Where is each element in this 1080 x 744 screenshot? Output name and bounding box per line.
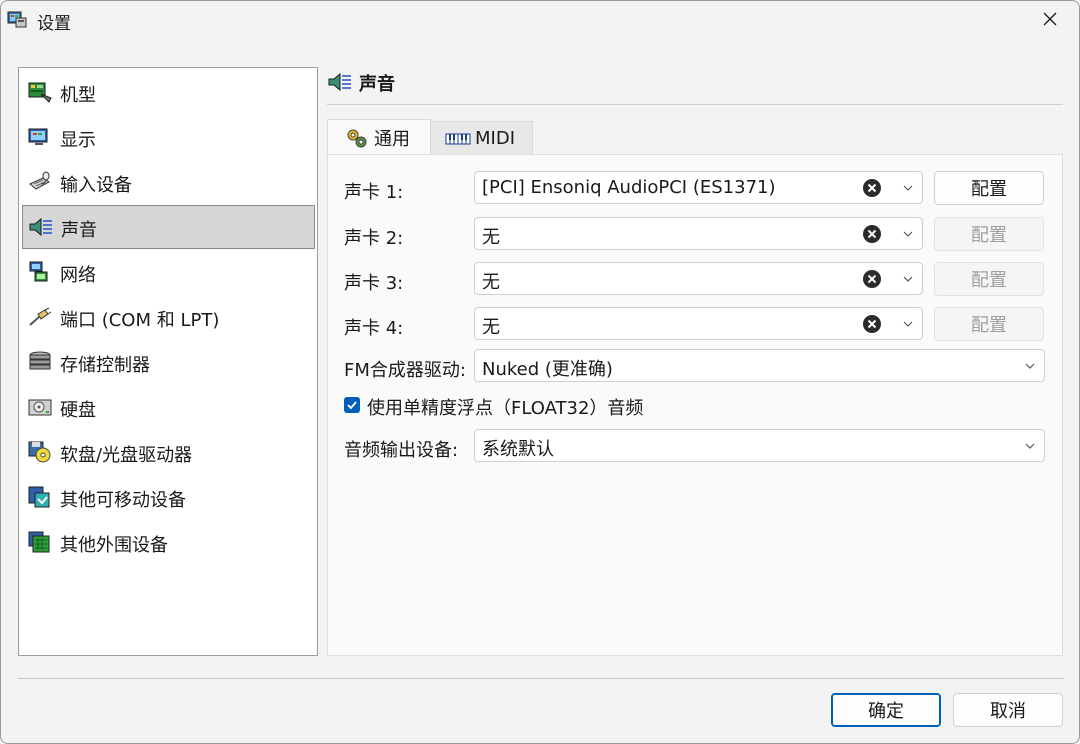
close-button[interactable] <box>1021 1 1079 37</box>
chevron-down-icon <box>903 185 913 191</box>
sound-card-4-select[interactable]: 无 <box>474 307 923 340</box>
sidebar-item-storage-controllers[interactable]: 存储控制器 <box>22 340 315 384</box>
chevron-down-icon <box>1025 363 1035 369</box>
select-value: 系统默认 <box>482 439 554 460</box>
close-icon <box>1043 12 1057 26</box>
sidebar-item-peripherals[interactable]: 其他外围设备 <box>22 520 315 564</box>
sidebar-item-label: 软盘/光盘驱动器 <box>60 445 193 466</box>
sidebar-item-label: 网络 <box>60 265 96 286</box>
machine-icon <box>28 82 52 103</box>
sidebar-item-label: 端口 (COM 和 LPT) <box>60 310 220 331</box>
float32-checkbox[interactable] <box>344 397 360 413</box>
sound-card-1-configure-button[interactable]: 配置 <box>934 171 1044 205</box>
page-title: 声音 <box>359 74 395 95</box>
chevron-down-icon <box>903 276 913 282</box>
sidebar-item-input-devices[interactable]: 输入设备 <box>22 160 315 204</box>
sidebar-item-sound[interactable]: 声音 <box>22 205 315 249</box>
floppy-cdrom-icon <box>28 441 51 463</box>
chevron-down-icon <box>903 321 913 327</box>
settings-window: 设置 机型 显示 输入设备 声音 网络 端口 (COM 和 LPT) 存储控制器… <box>0 0 1080 744</box>
sound-icon <box>29 217 52 237</box>
select-value: 无 <box>482 272 500 293</box>
sound-card-2-select[interactable]: 无 <box>474 217 923 250</box>
sidebar-item-label: 机型 <box>60 85 96 106</box>
hard-disk-icon <box>28 399 52 416</box>
sidebar-item-machine[interactable]: 机型 <box>22 70 315 114</box>
clear-icon[interactable] <box>862 178 882 198</box>
sound-card-1-select[interactable]: [PCI] Ensoniq AudioPCI (ES1371) <box>474 171 923 204</box>
sidebar-item-label: 显示 <box>60 130 96 151</box>
network-icon <box>29 261 48 282</box>
sound-card-3-configure-button[interactable]: 配置 <box>934 262 1044 296</box>
settings-app-icon <box>7 11 27 28</box>
select-value: 无 <box>482 227 500 248</box>
sidebar-item-network[interactable]: 网络 <box>22 250 315 294</box>
audio-output-label: 音频输出设备: <box>344 440 459 461</box>
chevron-down-icon <box>1025 443 1035 449</box>
fm-synth-select[interactable]: Nuked (更准确) <box>474 349 1045 382</box>
sidebar-item-hard-disk[interactable]: 硬盘 <box>22 385 315 429</box>
sidebar-item-display[interactable]: 显示 <box>22 115 315 159</box>
audio-output-select[interactable]: 系统默认 <box>474 429 1045 462</box>
storage-controllers-icon <box>29 351 51 370</box>
clear-icon[interactable] <box>862 314 882 334</box>
sidebar-item-ports[interactable]: 端口 (COM 和 LPT) <box>22 295 315 339</box>
sidebar-item-label: 存储控制器 <box>60 355 150 376</box>
sound-card-2-label: 声卡 2: <box>344 228 404 249</box>
tab-label: 通用 <box>374 128 410 150</box>
cancel-button[interactable]: 取消 <box>953 693 1063 727</box>
gears-icon <box>347 129 367 147</box>
sound-card-4-configure-button[interactable]: 配置 <box>934 307 1044 341</box>
removable-devices-icon <box>28 486 50 508</box>
header-divider <box>327 104 1063 105</box>
midi-keyboard-icon <box>445 133 471 144</box>
display-icon <box>28 128 48 145</box>
sidebar-item-removable-devices[interactable]: 其他可移动设备 <box>22 475 315 519</box>
sidebar-item-label: 其他可移动设备 <box>60 490 186 511</box>
float32-label[interactable]: 使用单精度浮点（FLOAT32）音频 <box>367 394 643 420</box>
sound-card-4-label: 声卡 4: <box>344 318 404 339</box>
ok-button[interactable]: 确定 <box>831 693 941 727</box>
sound-card-2-configure-button[interactable]: 配置 <box>934 217 1044 251</box>
ports-icon <box>29 307 52 326</box>
window-title: 设置 <box>37 14 71 34</box>
input-devices-icon <box>29 171 50 190</box>
tab-general[interactable]: 通用 <box>327 119 431 155</box>
sidebar-item-label: 声音 <box>61 220 97 241</box>
chevron-down-icon <box>903 231 913 237</box>
checkmark-icon <box>347 401 357 410</box>
select-value: 无 <box>482 317 500 338</box>
sound-card-3-label: 声卡 3: <box>344 273 404 294</box>
clear-icon[interactable] <box>862 269 882 289</box>
footer-divider <box>18 678 1064 679</box>
select-value: [PCI] Ensoniq AudioPCI (ES1371) <box>482 177 776 198</box>
sound-card-3-select[interactable]: 无 <box>474 262 923 295</box>
sidebar-item-floppy-cdrom[interactable]: 软盘/光盘驱动器 <box>22 430 315 474</box>
sidebar-item-label: 硬盘 <box>60 400 96 421</box>
sound-icon <box>328 72 351 92</box>
tab-label: MIDI <box>475 128 516 149</box>
sidebar-item-label: 输入设备 <box>60 175 132 196</box>
title-bar: 设置 <box>1 1 1079 39</box>
category-list: 机型 显示 输入设备 声音 网络 端口 (COM 和 LPT) 存储控制器 硬盘… <box>18 67 318 656</box>
select-value: Nuked (更准确) <box>482 359 613 380</box>
clear-icon[interactable] <box>862 224 882 244</box>
tab-midi[interactable]: MIDI <box>431 121 533 155</box>
peripherals-icon <box>28 531 50 553</box>
sidebar-item-label: 其他外围设备 <box>60 535 168 556</box>
fm-synth-label: FM合成器驱动: <box>344 360 466 381</box>
sound-card-1-label: 声卡 1: <box>344 182 404 203</box>
